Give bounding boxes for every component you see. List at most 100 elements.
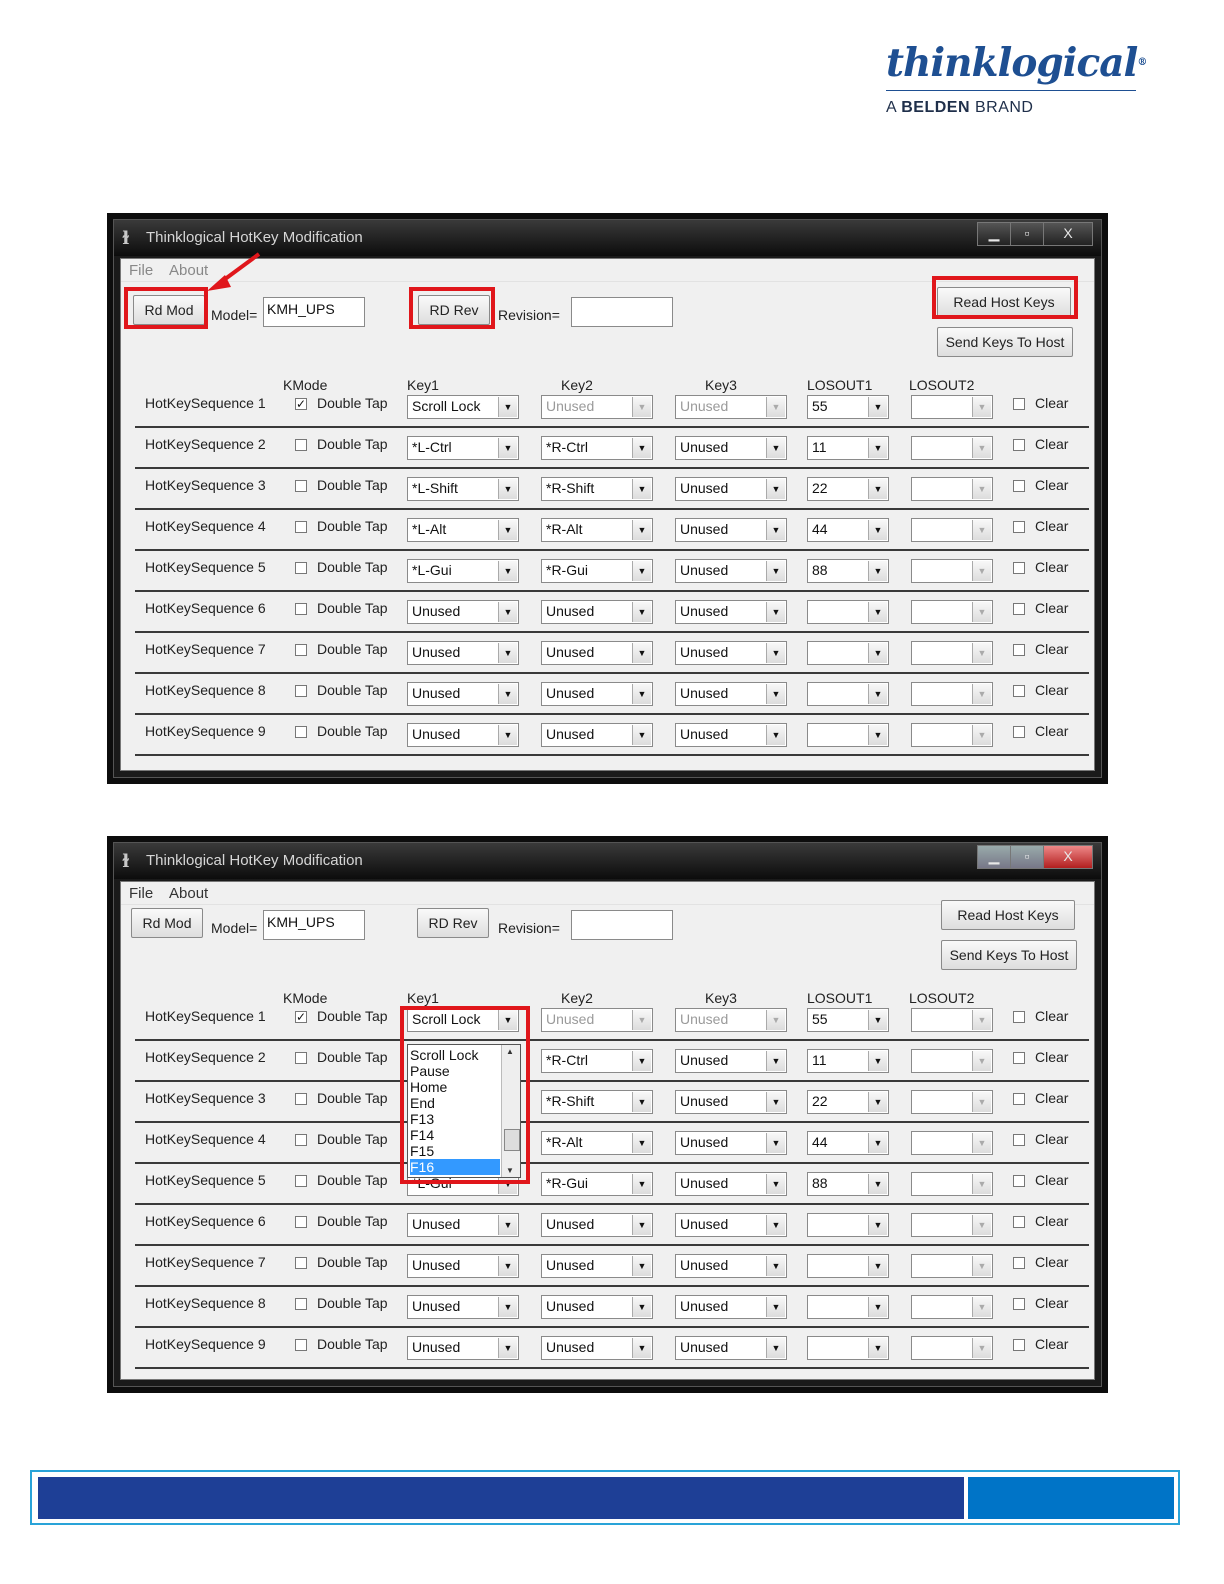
- chevron-down-icon[interactable]: ▼: [632, 602, 651, 622]
- chevron-down-icon[interactable]: ▼: [868, 561, 887, 581]
- chevron-down-icon[interactable]: ▼: [766, 520, 785, 540]
- revision-field[interactable]: [571, 297, 673, 327]
- chevron-down-icon[interactable]: ▼: [632, 725, 651, 745]
- key2-select[interactable]: Unused ▼: [541, 395, 653, 419]
- chevron-down-icon[interactable]: ▼: [868, 479, 887, 499]
- chevron-down-icon[interactable]: ▼: [868, 438, 887, 458]
- clear-checkbox[interactable]: [1013, 562, 1025, 574]
- key1-select[interactable]: *L-Gui ▼: [407, 559, 519, 583]
- key3-select[interactable]: Unused ▼: [675, 1131, 787, 1155]
- chevron-down-icon[interactable]: ▼: [632, 479, 651, 499]
- losout1-select[interactable]: 88 ▼: [807, 1172, 889, 1196]
- chevron-down-icon[interactable]: ▼: [868, 397, 887, 417]
- losout2-select[interactable]: ▼: [911, 477, 993, 501]
- clear-checkbox[interactable]: [1013, 685, 1025, 697]
- chevron-down-icon[interactable]: ▼: [632, 561, 651, 581]
- key3-select[interactable]: Unused ▼: [675, 1295, 787, 1319]
- losout2-select[interactable]: ▼: [911, 518, 993, 542]
- menu-about[interactable]: About: [169, 885, 208, 902]
- double-tap-checkbox[interactable]: [295, 439, 307, 451]
- double-tap-checkbox[interactable]: [295, 1093, 307, 1105]
- losout1-select[interactable]: ▼: [807, 1213, 889, 1237]
- key3-select[interactable]: Unused ▼: [675, 1254, 787, 1278]
- losout1-select[interactable]: 11 ▼: [807, 436, 889, 460]
- key3-select[interactable]: Unused ▼: [675, 436, 787, 460]
- chevron-down-icon[interactable]: ▼: [498, 1256, 517, 1276]
- key2-select[interactable]: *R-Shift ▼: [541, 477, 653, 501]
- double-tap-checkbox[interactable]: ✓: [295, 1011, 307, 1023]
- clear-checkbox[interactable]: [1013, 726, 1025, 738]
- menu-file[interactable]: File: [129, 885, 153, 902]
- key2-select[interactable]: Unused ▼: [541, 600, 653, 624]
- losout1-select[interactable]: ▼: [807, 1295, 889, 1319]
- key1-select[interactable]: Unused ▼: [407, 682, 519, 706]
- losout2-select[interactable]: ▼: [911, 1172, 993, 1196]
- key3-select[interactable]: Unused ▼: [675, 477, 787, 501]
- chevron-down-icon[interactable]: ▼: [766, 602, 785, 622]
- chevron-down-icon[interactable]: ▼: [868, 1174, 887, 1194]
- chevron-down-icon[interactable]: ▼: [972, 1174, 991, 1194]
- chevron-down-icon[interactable]: ▼: [632, 1133, 651, 1153]
- clear-checkbox[interactable]: [1013, 1011, 1025, 1023]
- chevron-down-icon[interactable]: ▼: [972, 561, 991, 581]
- clear-checkbox[interactable]: [1013, 1052, 1025, 1064]
- clear-checkbox[interactable]: [1013, 1339, 1025, 1351]
- key1-select[interactable]: Scroll Lock ▼: [407, 395, 519, 419]
- chevron-down-icon[interactable]: ▼: [868, 520, 887, 540]
- chevron-down-icon[interactable]: ▼: [498, 438, 517, 458]
- chevron-down-icon[interactable]: ▼: [766, 1051, 785, 1071]
- chevron-down-icon[interactable]: ▼: [972, 1338, 991, 1358]
- chevron-down-icon[interactable]: ▼: [868, 725, 887, 745]
- chevron-down-icon[interactable]: ▼: [972, 1297, 991, 1317]
- chevron-down-icon[interactable]: ▼: [632, 1092, 651, 1112]
- chevron-down-icon[interactable]: ▼: [766, 1297, 785, 1317]
- rd-mod-button[interactable]: Rd Mod: [131, 908, 203, 938]
- chevron-down-icon[interactable]: ▼: [972, 1010, 991, 1030]
- chevron-down-icon[interactable]: ▼: [972, 643, 991, 663]
- revision-field[interactable]: [571, 910, 673, 940]
- chevron-down-icon[interactable]: ▼: [766, 1174, 785, 1194]
- chevron-down-icon[interactable]: ▼: [868, 643, 887, 663]
- close-button[interactable]: X: [1043, 845, 1093, 869]
- key3-select[interactable]: Unused ▼: [675, 1008, 787, 1032]
- chevron-down-icon[interactable]: ▼: [766, 725, 785, 745]
- double-tap-checkbox[interactable]: [295, 480, 307, 492]
- send-keys-to-host-button[interactable]: Send Keys To Host: [937, 327, 1073, 357]
- losout2-select[interactable]: ▼: [911, 682, 993, 706]
- chevron-down-icon[interactable]: ▼: [972, 602, 991, 622]
- chevron-down-icon[interactable]: ▼: [498, 1297, 517, 1317]
- double-tap-checkbox[interactable]: ✓: [295, 398, 307, 410]
- maximize-button[interactable]: ▫: [1010, 222, 1044, 246]
- key1-select[interactable]: Unused ▼: [407, 1254, 519, 1278]
- key3-select[interactable]: Unused ▼: [675, 1090, 787, 1114]
- chevron-down-icon[interactable]: ▼: [632, 643, 651, 663]
- chevron-down-icon[interactable]: ▼: [868, 1256, 887, 1276]
- losout2-select[interactable]: ▼: [911, 1090, 993, 1114]
- close-button[interactable]: X: [1043, 222, 1093, 246]
- key2-select[interactable]: *R-Shift ▼: [541, 1090, 653, 1114]
- chevron-down-icon[interactable]: ▼: [972, 520, 991, 540]
- double-tap-checkbox[interactable]: [295, 603, 307, 615]
- clear-checkbox[interactable]: [1013, 1093, 1025, 1105]
- double-tap-checkbox[interactable]: [295, 1216, 307, 1228]
- chevron-down-icon[interactable]: ▼: [766, 479, 785, 499]
- key3-select[interactable]: Unused ▼: [675, 723, 787, 747]
- key3-select[interactable]: Unused ▼: [675, 641, 787, 665]
- chevron-down-icon[interactable]: ▼: [498, 643, 517, 663]
- chevron-down-icon[interactable]: ▼: [868, 1010, 887, 1030]
- double-tap-checkbox[interactable]: [295, 726, 307, 738]
- key1-select[interactable]: Unused ▼: [407, 1213, 519, 1237]
- losout1-select[interactable]: 55 ▼: [807, 1008, 889, 1032]
- double-tap-checkbox[interactable]: [295, 1339, 307, 1351]
- losout1-select[interactable]: ▼: [807, 600, 889, 624]
- chevron-down-icon[interactable]: ▼: [766, 643, 785, 663]
- key2-select[interactable]: Unused ▼: [541, 1254, 653, 1278]
- chevron-down-icon[interactable]: ▼: [632, 397, 651, 417]
- key1-select[interactable]: *L-Ctrl ▼: [407, 436, 519, 460]
- model-field[interactable]: KMH_UPS: [263, 910, 365, 940]
- clear-checkbox[interactable]: [1013, 1175, 1025, 1187]
- clear-checkbox[interactable]: [1013, 1134, 1025, 1146]
- chevron-down-icon[interactable]: ▼: [766, 438, 785, 458]
- chevron-down-icon[interactable]: ▼: [766, 1215, 785, 1235]
- chevron-down-icon[interactable]: ▼: [498, 602, 517, 622]
